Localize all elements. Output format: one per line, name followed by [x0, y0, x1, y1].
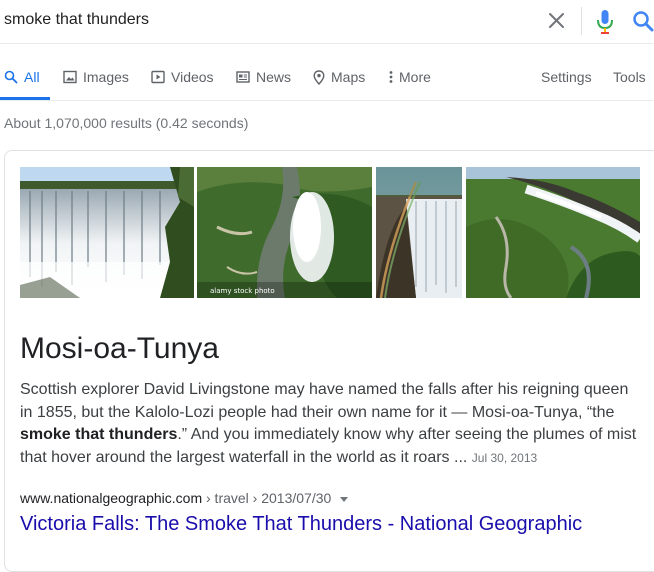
header-divider	[0, 43, 654, 44]
snippet-date: Jul 30, 2013	[471, 450, 538, 465]
settings-link[interactable]: Settings	[541, 69, 592, 85]
result-domain: www.nationalgeographic.com	[20, 490, 203, 506]
tab-label: Images	[83, 69, 129, 85]
snippet-text-part: Scottish explorer David Livingstone may …	[20, 381, 629, 421]
snippet-text: Scottish explorer David Livingstone may …	[20, 379, 645, 469]
snippet-highlight: smoke that thunders	[20, 426, 178, 444]
result-url: www.nationalgeographic.com › travel › 20…	[20, 490, 349, 506]
waterfall-image-4[interactable]	[466, 167, 640, 298]
result-title-link[interactable]: Victoria Falls: The Smoke That Thunders …	[20, 513, 582, 536]
tools-link[interactable]: Tools	[613, 69, 646, 85]
tab-label: All	[24, 69, 40, 85]
image-watermark: alamy stock photo	[210, 287, 275, 295]
tab-videos[interactable]: Videos	[151, 69, 214, 85]
news-icon	[236, 71, 250, 83]
microphone-icon[interactable]	[596, 9, 614, 35]
search-input[interactable]: smoke that thunders	[4, 11, 149, 29]
clear-search-icon[interactable]	[547, 10, 567, 32]
tabs-divider	[0, 100, 654, 101]
play-icon	[151, 70, 165, 84]
waterfall-image-1[interactable]	[20, 167, 194, 298]
vertical-dots-icon	[389, 71, 393, 83]
tools-label: Tools	[613, 69, 646, 85]
tab-label: News	[256, 69, 292, 85]
tab-label: Videos	[171, 69, 214, 85]
tab-more[interactable]: More	[389, 69, 431, 85]
tab-news[interactable]: News	[236, 69, 291, 85]
waterfall-image-2[interactable]: alamy stock photo	[197, 167, 372, 298]
result-stats: About 1,070,000 results (0.42 seconds)	[4, 115, 249, 131]
tab-images[interactable]: Images	[63, 69, 129, 85]
image-icon	[63, 70, 77, 84]
tab-all[interactable]: All	[4, 69, 40, 85]
chevron-down-icon[interactable]	[340, 496, 349, 502]
entity-title: Mosi-oa-Tunya	[20, 332, 219, 365]
map-pin-icon	[313, 69, 325, 85]
search-divider	[581, 7, 582, 35]
search-icon[interactable]	[632, 9, 654, 33]
settings-label: Settings	[541, 69, 592, 85]
tab-label: More	[399, 69, 431, 85]
search-bar: smoke that thunders	[0, 0, 654, 44]
tab-maps[interactable]: Maps	[313, 69, 365, 85]
search-icon	[4, 70, 18, 84]
waterfall-image-3[interactable]	[376, 167, 462, 298]
search-tabs: All Images Videos News Maps More Setting…	[0, 58, 654, 100]
tab-label: Maps	[331, 69, 366, 85]
result-path: › travel › 2013/07/30	[202, 490, 332, 506]
